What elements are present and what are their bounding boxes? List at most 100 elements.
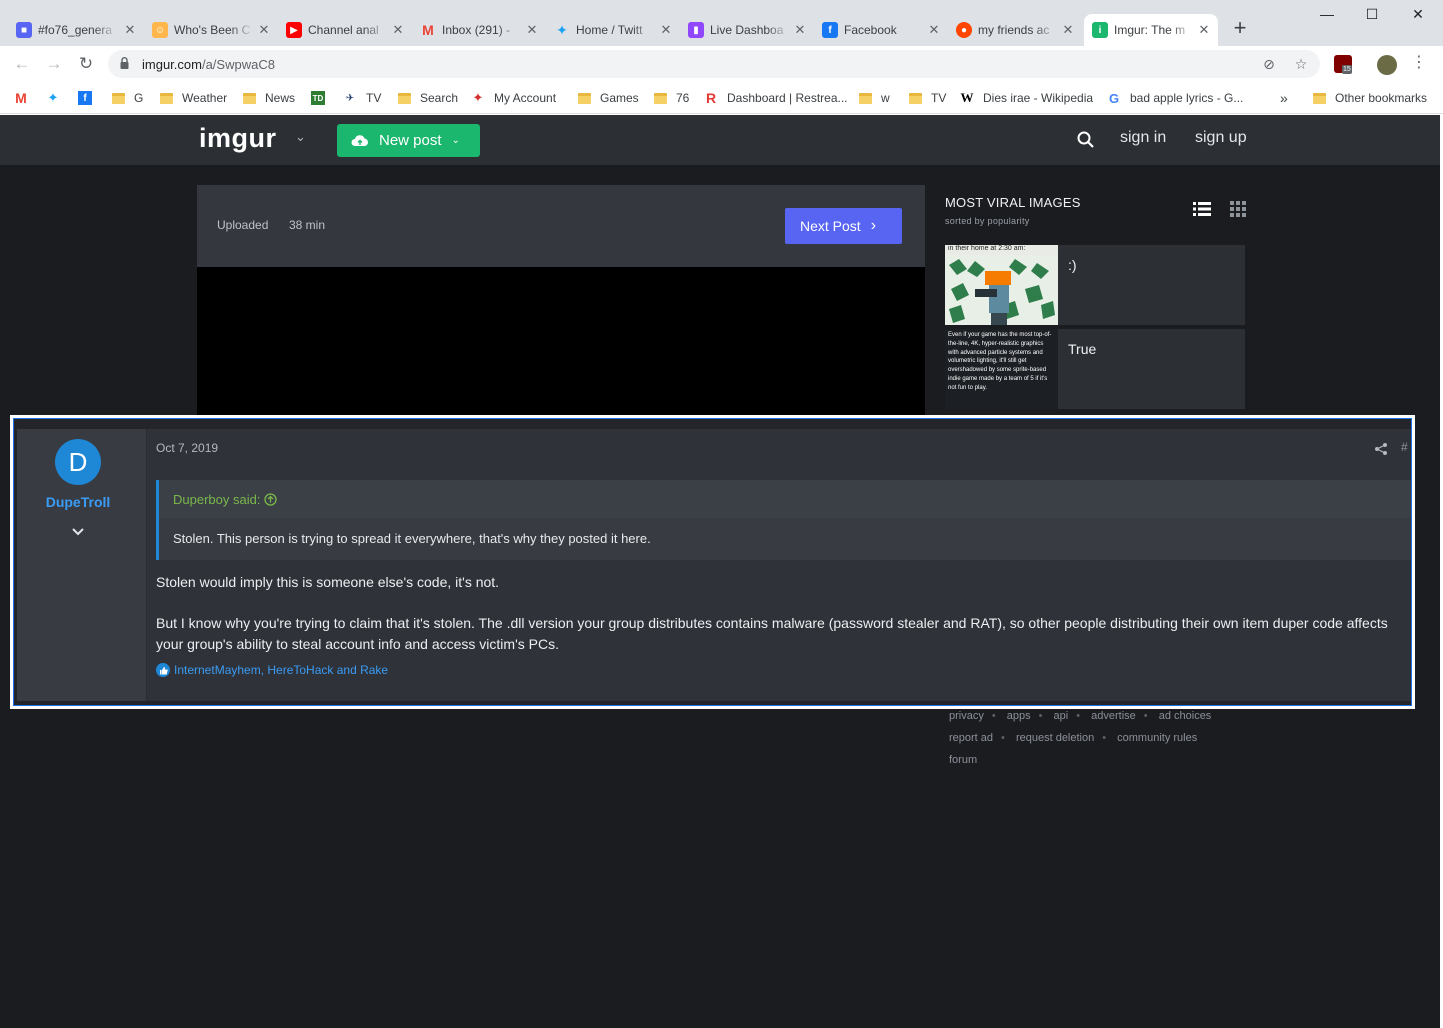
minimize-button[interactable]: — <box>1312 6 1342 22</box>
browser-tab-6[interactable]: ▮ Live Dashboa ✕ <box>680 14 814 46</box>
close-tab-icon[interactable]: ✕ <box>256 22 272 38</box>
chevron-down-icon[interactable]: ⌄ <box>295 129 306 145</box>
next-post-button[interactable]: Next Post › <box>785 208 902 244</box>
back-button[interactable]: ← <box>12 54 32 74</box>
close-tab-icon[interactable]: ✕ <box>658 22 674 38</box>
footer-link-report-ad[interactable]: report ad <box>949 732 993 744</box>
reddit-icon: ● <box>956 22 972 38</box>
footer-link-advertise[interactable]: advertise <box>1091 710 1136 722</box>
more-bookmarks-button[interactable]: » <box>1280 90 1288 106</box>
close-tab-icon[interactable]: ✕ <box>1196 22 1212 38</box>
browser-toolbar: ← → ↻ imgur.com/a/SwpwaC8 ⊘ ☆ 15 ⋮ <box>0 46 1443 82</box>
profile-avatar-icon[interactable] <box>1377 55 1397 75</box>
bookmark-restream[interactable]: R Dashboard | Restrea... <box>704 90 848 106</box>
bookmark-tv[interactable]: ✈ TV <box>343 90 382 106</box>
browser-tab-4[interactable]: M Inbox (291) - ✕ <box>412 14 546 46</box>
username[interactable]: DupeTroll <box>17 494 139 510</box>
bookmark-wikipedia[interactable]: W Dies irae - Wikipedia <box>960 90 1094 106</box>
bookmark-google[interactable]: Gbad apple lyrics - G... <box>1107 90 1243 106</box>
twitter-icon: ✦ <box>556 21 568 38</box>
arrow-up-circle-icon <box>264 493 278 506</box>
bookmark-facebook[interactable]: f <box>78 90 101 106</box>
bookmark-folder-news[interactable]: News <box>242 90 295 106</box>
address-bar[interactable]: imgur.com/a/SwpwaC8 ⊘ ☆ <box>108 50 1320 78</box>
close-window-button[interactable]: ✕ <box>1403 6 1433 23</box>
grid-view-icon[interactable] <box>1229 200 1247 218</box>
footer-link-apps[interactable]: apps <box>1007 710 1031 722</box>
avatar[interactable]: D <box>55 439 101 485</box>
list-view-icon[interactable] <box>1193 200 1211 218</box>
post-number[interactable]: # <box>1401 440 1408 454</box>
browser-tab-5[interactable]: ✦ Home / Twitt ✕ <box>546 14 680 46</box>
browser-tab-8[interactable]: ● my friends ac ✕ <box>948 14 1082 46</box>
bookmark-label: TV <box>931 91 947 105</box>
close-tab-icon[interactable]: ✕ <box>1060 22 1076 38</box>
bookmark-folder-weather[interactable]: Weather <box>159 90 227 106</box>
footer-link-api[interactable]: api <box>1054 710 1069 722</box>
bookmark-label: Games <box>600 91 639 105</box>
upload-cloud-icon <box>351 134 368 146</box>
reload-button[interactable]: ↻ <box>76 54 96 74</box>
browser-tab-7[interactable]: f Facebook ✕ <box>814 14 948 46</box>
new-tab-button[interactable]: + <box>1228 16 1252 40</box>
wikipedia-icon: W <box>960 90 974 105</box>
footer-link-community-rules[interactable]: community rules <box>1117 732 1197 744</box>
close-tab-icon[interactable]: ✕ <box>792 22 808 38</box>
viral-thumbnail: Even if your game has the most top-of-th… <box>945 329 1058 409</box>
bookmark-label: 76 <box>676 91 690 105</box>
bookmark-gmail[interactable]: M <box>14 90 37 106</box>
bookmark-td[interactable]: TD <box>311 90 334 106</box>
viral-item[interactable]: in their home at 2:30 am: :) <box>945 245 1245 325</box>
close-tab-icon[interactable]: ✕ <box>524 22 540 38</box>
browser-tab-9[interactable]: i Imgur: The m ✕ <box>1084 14 1218 46</box>
quote-block: Duperboy said: Stolen. This person is tr… <box>156 480 1411 560</box>
close-tab-icon[interactable]: ✕ <box>926 22 942 38</box>
maple-leaf-icon: ✦ <box>472 90 484 105</box>
chevron-down-icon[interactable] <box>69 523 87 541</box>
bookmark-my-account[interactable]: ✦ My Account <box>471 90 556 106</box>
post-date[interactable]: Oct 7, 2019 <box>156 441 218 455</box>
sign-up-link[interactable]: sign up <box>1195 129 1247 147</box>
gmail-icon: M <box>15 90 27 106</box>
browser-tab-2[interactable]: ☺ Who's Been C ✕ <box>144 14 278 46</box>
chevron-down-icon: ⌄ <box>451 135 460 146</box>
new-post-button[interactable]: New post ⌄ <box>337 124 480 157</box>
translate-icon[interactable]: ⊘ <box>1260 55 1278 73</box>
bookmark-folder-w[interactable]: w <box>858 90 890 106</box>
reaction-summary[interactable]: InternetMayhem, HereToHack and Rake <box>156 663 388 677</box>
share-icon[interactable] <box>1374 442 1388 456</box>
bookmark-folder-games[interactable]: Games <box>577 90 639 106</box>
bookmark-twitter[interactable]: ✦ <box>46 90 69 106</box>
imgur-logo[interactable]: imgur <box>199 123 277 154</box>
folder-icon <box>577 92 591 104</box>
bookmark-folder-g[interactable]: G <box>111 90 143 106</box>
bookmark-folder-tv[interactable]: TV <box>908 90 946 106</box>
footer-link-forum[interactable]: forum <box>949 754 977 766</box>
search-icon[interactable] <box>1076 130 1096 150</box>
post-media[interactable] <box>197 267 925 427</box>
folder-icon <box>159 92 173 104</box>
footer-link-request-deletion[interactable]: request deletion <box>1016 732 1094 744</box>
forward-button[interactable]: → <box>44 54 64 74</box>
footer-row-3: forum <box>949 749 1211 771</box>
close-tab-icon[interactable]: ✕ <box>390 22 406 38</box>
quote-author[interactable]: Duperboy said: <box>173 492 278 507</box>
forum-post: D DupeTroll Oct 7, 2019 # Duperboy said: <box>17 429 1411 701</box>
ublock-extension-icon[interactable]: 15 <box>1334 55 1352 74</box>
browser-tab-1[interactable]: ■ #fo76_genera ✕ <box>8 14 144 46</box>
bookmark-label: News <box>265 91 296 105</box>
bookmark-folder-search[interactable]: Search <box>397 90 458 106</box>
sign-in-link[interactable]: sign in <box>1120 129 1166 147</box>
tab-title: Facebook <box>844 23 897 37</box>
bookmark-folder-76[interactable]: 76 <box>653 90 689 106</box>
maximize-button[interactable]: ☐ <box>1357 6 1387 23</box>
menu-icon[interactable]: ⋮ <box>1410 54 1428 72</box>
footer-link-privacy[interactable]: privacy <box>949 710 984 722</box>
footer-link-ad-choices[interactable]: ad choices <box>1159 710 1212 722</box>
viral-item[interactable]: Even if your game has the most top-of-th… <box>945 329 1245 409</box>
browser-tab-3[interactable]: ▶ Channel anal ✕ <box>278 14 412 46</box>
other-bookmarks[interactable]: Other bookmarks <box>1312 90 1427 106</box>
close-tab-icon[interactable]: ✕ <box>122 22 138 38</box>
star-icon[interactable]: ☆ <box>1292 55 1310 73</box>
tab-title: Live Dashboa <box>710 23 784 37</box>
